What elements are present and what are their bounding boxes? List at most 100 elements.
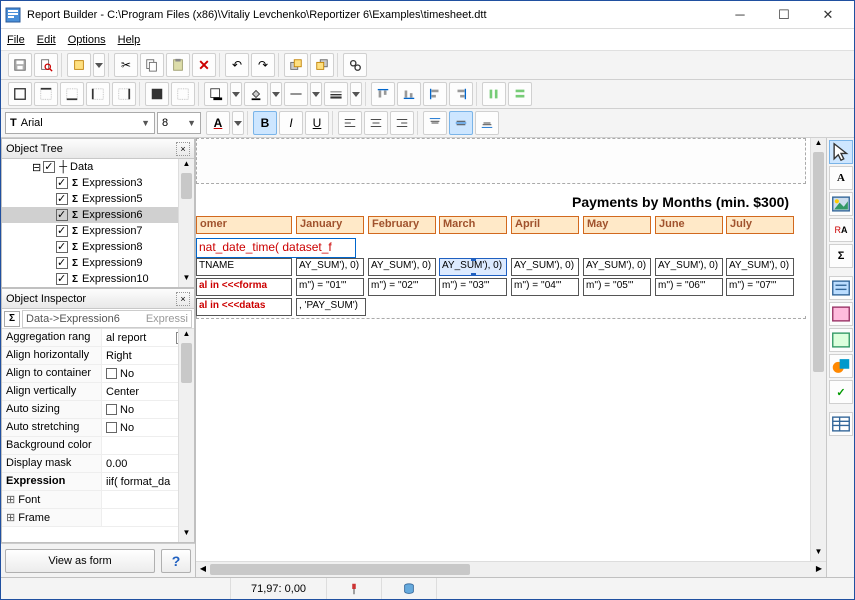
font-color-dropdown[interactable] bbox=[232, 111, 244, 135]
property-row[interactable]: Aggregation rangal report ▼ bbox=[2, 329, 194, 347]
column-header-month[interactable]: May bbox=[583, 216, 651, 234]
tree-item[interactable]: ΣExpression5 bbox=[2, 191, 194, 207]
paste-button[interactable] bbox=[166, 53, 190, 77]
detail-expression-cell[interactable]: AY_SUM'), 0) bbox=[511, 258, 579, 276]
column-header-month[interactable]: June bbox=[655, 216, 723, 234]
canvas-hscrollbar[interactable]: ◀ ▶ bbox=[196, 561, 826, 577]
tree-item[interactable]: ΣExpression9 bbox=[2, 255, 194, 271]
property-checkbox[interactable] bbox=[106, 368, 117, 379]
inspector-object-combo[interactable]: Data->Expression6 Expressi bbox=[22, 310, 192, 328]
cut-button[interactable]: ✂ bbox=[114, 53, 138, 77]
detail-name-cell[interactable]: TNAME bbox=[196, 258, 292, 276]
column-header-customer[interactable]: omer bbox=[196, 216, 292, 234]
line-style-button[interactable] bbox=[284, 82, 308, 106]
property-checkbox[interactable] bbox=[106, 404, 117, 415]
grid-tool[interactable] bbox=[829, 412, 853, 436]
tree-item[interactable]: ΣExpression7 bbox=[2, 223, 194, 239]
column-header-month[interactable]: April bbox=[511, 216, 579, 234]
canvas-vscrollbar[interactable]: ▲ ▼ bbox=[810, 138, 826, 561]
preview-button[interactable] bbox=[34, 53, 58, 77]
status-pin-icon[interactable] bbox=[327, 578, 382, 599]
dbimage-tool[interactable] bbox=[829, 302, 853, 326]
align-bottom-edges-button[interactable] bbox=[397, 82, 421, 106]
tree-root-row[interactable]: ⊟ ┼ Data bbox=[2, 159, 194, 175]
undo-button[interactable]: ↶ bbox=[225, 53, 249, 77]
paysum-cell[interactable]: , 'PAY_SUM') bbox=[296, 298, 366, 316]
maximize-button[interactable]: ☐ bbox=[762, 1, 806, 29]
minimize-button[interactable]: ─ bbox=[718, 1, 762, 29]
no-bg-button[interactable] bbox=[171, 82, 195, 106]
tree-item[interactable]: ΣExpression8 bbox=[2, 239, 194, 255]
font-size-combo[interactable]: 8 ▼ bbox=[157, 112, 201, 134]
help-button[interactable]: ? bbox=[161, 549, 191, 573]
tree-root-checkbox[interactable] bbox=[43, 161, 55, 173]
border-bottom-button[interactable] bbox=[60, 82, 84, 106]
halign-left-button[interactable] bbox=[338, 111, 362, 135]
tree-item-checkbox[interactable] bbox=[56, 273, 68, 285]
footer-expression-cell[interactable]: m'') = ''07''' bbox=[726, 278, 794, 296]
border-right-button[interactable] bbox=[112, 82, 136, 106]
same-height-button[interactable] bbox=[482, 82, 506, 106]
shape-tool[interactable] bbox=[829, 354, 853, 378]
tree-item-checkbox[interactable] bbox=[56, 225, 68, 237]
bring-front-button[interactable] bbox=[284, 53, 308, 77]
save-button[interactable] bbox=[8, 53, 32, 77]
menu-file[interactable]: File bbox=[7, 34, 25, 46]
line-width-button[interactable] bbox=[324, 82, 348, 106]
property-row[interactable]: Align verticallyCenter bbox=[2, 383, 194, 401]
expression-tool[interactable]: Σ bbox=[829, 244, 853, 268]
property-grid[interactable]: Aggregation rangal report ▼Align horizon… bbox=[2, 329, 194, 542]
footer-expression-cell[interactable]: m'') = ''05''' bbox=[583, 278, 651, 296]
fill-color-dropdown[interactable] bbox=[270, 82, 282, 106]
halign-right-button[interactable] bbox=[390, 111, 414, 135]
tree-scrollbar[interactable]: ▲ ▼ bbox=[178, 159, 194, 287]
menu-help[interactable]: Help bbox=[118, 34, 141, 46]
property-row[interactable]: Expressioniif( format_da bbox=[2, 473, 194, 491]
column-header-month[interactable]: January bbox=[296, 216, 364, 234]
footer-expression-cell[interactable]: m'') = ''06''' bbox=[655, 278, 723, 296]
tree-item[interactable]: ΣExpression3 bbox=[2, 175, 194, 191]
property-row[interactable]: ⊞ Frame bbox=[2, 509, 194, 527]
border-color-dropdown[interactable] bbox=[230, 82, 242, 106]
bold-button[interactable]: B bbox=[253, 111, 277, 135]
property-row[interactable]: Align horizontallyRight bbox=[2, 347, 194, 365]
close-button[interactable]: ✕ bbox=[806, 1, 850, 29]
align-left-edges-button[interactable] bbox=[423, 82, 447, 106]
solid-bg-button[interactable] bbox=[145, 82, 169, 106]
tree-item[interactable]: ΣExpression6 bbox=[2, 207, 194, 223]
property-row[interactable]: Auto stretchingNo bbox=[2, 419, 194, 437]
valign-bottom-button[interactable] bbox=[475, 111, 499, 135]
inspector-scrollbar[interactable]: ▲ ▼ bbox=[178, 329, 194, 542]
new-object-button[interactable] bbox=[67, 53, 91, 77]
object-tree-body[interactable]: ⊟ ┼ Data ΣExpression3ΣExpression5ΣExpres… bbox=[2, 159, 194, 287]
property-checkbox[interactable] bbox=[106, 422, 117, 433]
send-back-button[interactable] bbox=[310, 53, 334, 77]
align-top-edges-button[interactable] bbox=[371, 82, 395, 106]
label-tool[interactable]: A bbox=[829, 166, 853, 190]
check-tool[interactable]: ✓ bbox=[829, 380, 853, 404]
line-width-dropdown[interactable] bbox=[350, 82, 362, 106]
detail-expression-cell[interactable]: AY_SUM'), 0) bbox=[368, 258, 436, 276]
detail-expression-cell[interactable]: AY_SUM'), 0) bbox=[296, 258, 364, 276]
tree-item-checkbox[interactable] bbox=[56, 257, 68, 269]
detail-expression-cell[interactable]: AY_SUM'), 0) bbox=[655, 258, 723, 276]
report-title-label[interactable]: Payments by Months (min. $300) bbox=[572, 194, 789, 210]
tree-item-checkbox[interactable] bbox=[56, 177, 68, 189]
property-row[interactable]: Display mask0.00 bbox=[2, 455, 194, 473]
tree-item-checkbox[interactable] bbox=[56, 241, 68, 253]
dbrichtext-tool[interactable] bbox=[829, 328, 853, 352]
group-footer-ds[interactable]: al in <<<datas bbox=[196, 298, 292, 316]
dbtext-tool[interactable] bbox=[829, 276, 853, 300]
border-color-button[interactable] bbox=[204, 82, 228, 106]
tree-item[interactable]: ΣExpression10 bbox=[2, 271, 194, 287]
richtext-tool[interactable]: RA bbox=[829, 218, 853, 242]
property-row[interactable]: ⊞ Font bbox=[2, 491, 194, 509]
border-left-button[interactable] bbox=[86, 82, 110, 106]
new-object-dropdown[interactable] bbox=[93, 53, 105, 77]
font-name-combo[interactable]: T Arial ▼ bbox=[5, 112, 155, 134]
border-all-button[interactable] bbox=[8, 82, 32, 106]
property-row[interactable]: Background color bbox=[2, 437, 194, 455]
footer-expression-cell[interactable]: m'') = ''01''' bbox=[296, 278, 364, 296]
delete-button[interactable]: ✕ bbox=[192, 53, 216, 77]
valign-middle-button[interactable] bbox=[449, 111, 473, 135]
